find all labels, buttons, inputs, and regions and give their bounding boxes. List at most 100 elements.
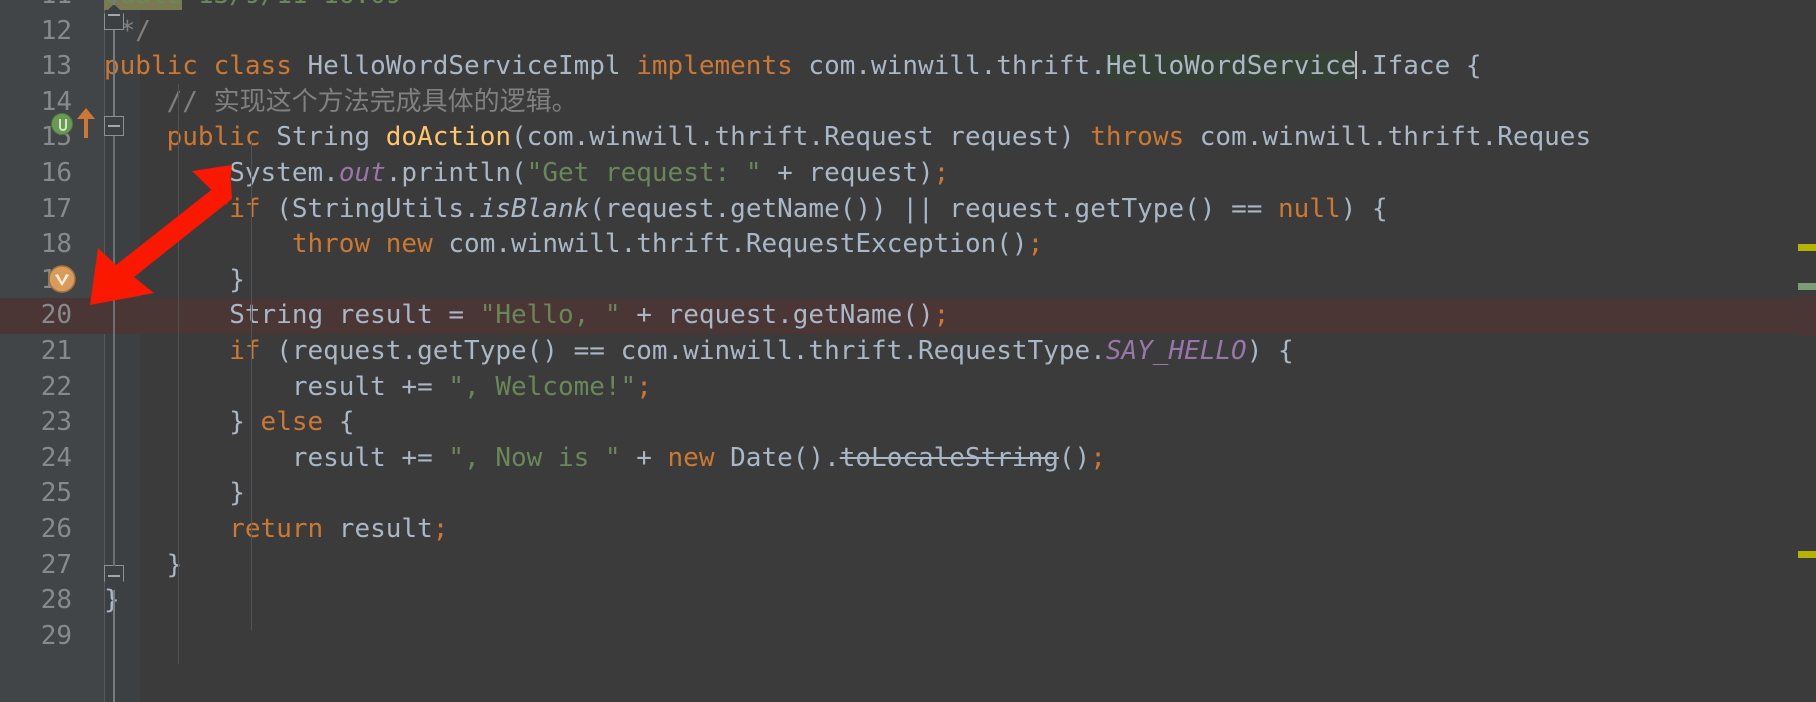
fold-marker-collapse-method[interactable]	[104, 116, 124, 136]
code-token: ;	[432, 514, 449, 544]
code-token: class	[213, 51, 292, 82]
code-token: if	[229, 193, 261, 224]
error-stripe-marker-bar[interactable]	[1798, 0, 1816, 702]
code-line[interactable]: 16 System.out.println("Get request: " + …	[0, 156, 1816, 192]
code-token: // 实现这个方法完成具体的逻辑。	[104, 86, 578, 117]
code-token: SAY_HELLO	[1105, 336, 1247, 366]
todo-marker[interactable]	[1798, 283, 1816, 290]
line-number: 27	[40, 549, 72, 580]
code-line-text: System.out.println("Get request: " + req…	[104, 156, 949, 192]
code-line[interactable]: 28}	[0, 583, 1816, 619]
code-token: else	[260, 407, 324, 438]
code-token: HelloWordServiceImpl	[291, 51, 637, 82]
code-line[interactable]: 29	[0, 619, 1816, 655]
code-line[interactable]: 24 result += ", Now is " + new Date().to…	[0, 441, 1816, 477]
code-token: out	[338, 158, 386, 188]
caret-position-band[interactable]	[1798, 296, 1816, 336]
code-line-text: result += ", Welcome!";	[104, 370, 652, 406]
line-number: 22	[40, 371, 72, 402]
code-token: ", Welcome!"	[448, 371, 637, 402]
code-token: +	[620, 442, 668, 473]
code-token: String	[260, 122, 386, 153]
line-number: 17	[40, 193, 72, 224]
code-token: com.winwill.thrift.	[792, 51, 1106, 82]
code-token: HelloWordService	[1105, 51, 1357, 82]
code-token: ;	[1090, 442, 1106, 473]
line-number: 13	[40, 51, 72, 82]
code-line[interactable]: 11 cdate 13/9/11 16:09	[0, 0, 1816, 14]
code-token: ", Now is "	[448, 442, 621, 473]
code-token: ()	[1058, 442, 1091, 473]
code-line[interactable]: 20 String result = "Hello, " + request.g…	[0, 298, 1816, 334]
code-line[interactable]: 23 } else {	[0, 405, 1816, 441]
code-line-text: if (StringUtils.isBlank(request.getName(…	[104, 192, 1388, 228]
code-line[interactable]: 18 throw new com.winwill.thrift.RequestE…	[0, 227, 1816, 263]
code-token: .Iface {	[1356, 51, 1482, 82]
line-number: 26	[40, 514, 72, 544]
code-line-text: }	[104, 263, 245, 299]
code-token: throws	[1090, 122, 1185, 153]
code-content[interactable]: 11 cdate 13/9/11 16:0912 */13 public class…	[0, 0, 1816, 702]
code-line-text: String result = "Hello, " + request.getN…	[104, 298, 949, 334]
code-token: (request.getName()) || request.getType()…	[589, 193, 1279, 224]
code-line[interactable]: 14 // 实现这个方法完成具体的逻辑。	[0, 85, 1816, 121]
code-token: if	[229, 336, 261, 366]
code-line[interactable]: 19 }	[0, 263, 1816, 299]
implemented-method-marker-icon[interactable]	[51, 113, 73, 135]
code-token: com.winwill.thrift.Reques	[1184, 122, 1592, 153]
code-token: "Get request: "	[526, 158, 762, 188]
code-token: }	[104, 585, 120, 616]
code-line[interactable]: 26 return result;	[0, 512, 1816, 548]
warning-marker[interactable]	[1798, 244, 1816, 251]
code-line[interactable]: 25 }	[0, 476, 1816, 512]
line-number: 23	[40, 407, 72, 438]
code-line-text: result += ", Now is " + new Date().toLoc…	[104, 441, 1106, 477]
code-token: null	[1278, 193, 1341, 224]
code-line-text: // 实现这个方法完成具体的逻辑。	[104, 85, 578, 121]
indent-guide	[178, 84, 179, 664]
code-token: public	[104, 51, 198, 82]
warning-marker-2[interactable]	[1798, 551, 1816, 558]
code-token: return	[229, 514, 324, 544]
code-line[interactable]: 17 if (StringUtils.isBlank(request.getNa…	[0, 192, 1816, 228]
code-line[interactable]: 21 if (request.getType() == com.winwill.…	[0, 334, 1816, 370]
code-line-text: throw new com.winwill.thrift.RequestExce…	[104, 227, 1043, 263]
code-line[interactable]: 12 */	[0, 14, 1816, 50]
code-token: (StringUtils.	[260, 193, 480, 224]
code-token: ) {	[1340, 193, 1388, 224]
code-line[interactable]: 22 result += ", Welcome!";	[0, 370, 1816, 406]
code-token: toLocaleString	[839, 442, 1059, 473]
breakpoint-or-tip-marker-icon[interactable]	[48, 265, 76, 293]
code-token: }	[104, 478, 245, 509]
code-token: System.	[104, 158, 339, 188]
code-token: implements	[636, 51, 793, 82]
line-number: 25	[40, 478, 72, 509]
code-line[interactable]: 15 public String doAction(com.winwill.th…	[0, 120, 1816, 156]
code-line-text: return result;	[104, 512, 448, 548]
code-line[interactable]: 13 public class HelloWordServiceImpl impl…	[0, 49, 1816, 85]
fold-region-line-method	[113, 136, 115, 566]
code-token: String result =	[104, 300, 480, 331]
line-number: 18	[40, 229, 72, 260]
code-token: }	[104, 264, 245, 295]
code-token: ;	[1027, 229, 1044, 260]
line-number: 20	[40, 300, 72, 331]
code-line-text: }	[104, 476, 245, 512]
code-line[interactable]: 27 }	[0, 548, 1816, 584]
line-number: 24	[40, 442, 72, 473]
indent-guide	[251, 140, 252, 630]
code-token: }	[104, 407, 261, 438]
code-token: new	[385, 229, 433, 260]
line-number: 28	[40, 585, 72, 616]
code-token: result	[323, 514, 433, 544]
code-token: doAction	[385, 122, 512, 153]
override-up-arrow-icon[interactable]	[75, 107, 97, 139]
code-token: 13/9/11 16:09	[182, 0, 402, 10]
code-token: + request.getName()	[620, 300, 934, 331]
code-token: (com.winwill.thrift.Request request)	[511, 122, 1091, 153]
code-line-text: if (request.getType() == com.winwill.thr…	[104, 334, 1293, 370]
